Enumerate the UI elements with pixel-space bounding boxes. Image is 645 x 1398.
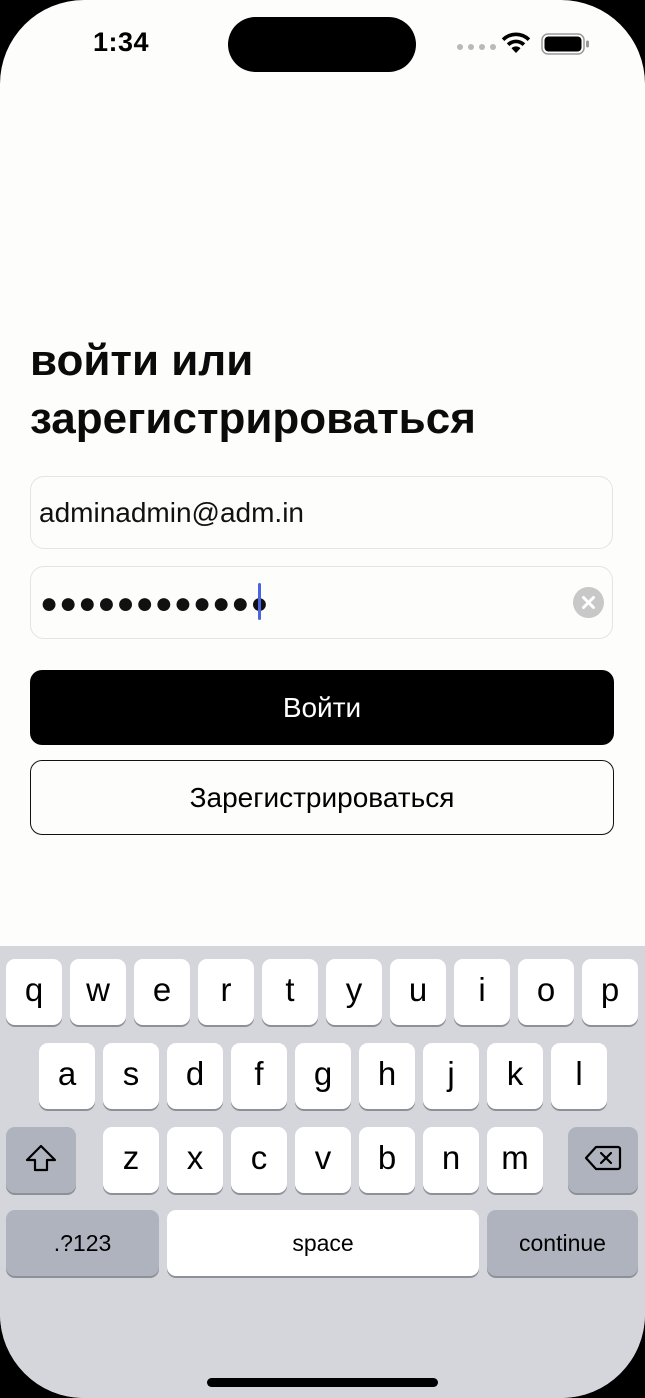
key-u[interactable]: u [390, 959, 446, 1025]
page-title: войти или зарегистрироваться [30, 336, 476, 443]
password-masked-value: ●●●●●●●●●●●● [40, 587, 270, 620]
email-value: adminadmin@adm.in [39, 497, 304, 528]
space-key[interactable]: space [167, 1210, 479, 1276]
key-x[interactable]: x [167, 1127, 223, 1193]
key-q[interactable]: q [6, 959, 62, 1025]
shift-key[interactable] [6, 1127, 76, 1193]
key-g[interactable]: g [295, 1043, 351, 1109]
dynamic-island [228, 17, 416, 72]
key-w[interactable]: w [70, 959, 126, 1025]
clear-text-button[interactable] [573, 587, 604, 618]
key-i[interactable]: i [454, 959, 510, 1025]
battery-icon [541, 33, 589, 55]
key-y[interactable]: y [326, 959, 382, 1025]
wifi-icon [501, 32, 531, 53]
email-field[interactable]: adminadmin@adm.in [30, 476, 613, 549]
key-m[interactable]: m [487, 1127, 543, 1193]
clear-x-icon [582, 596, 595, 609]
key-a[interactable]: a [39, 1043, 95, 1109]
key-n[interactable]: n [423, 1127, 479, 1193]
key-f[interactable]: f [231, 1043, 287, 1109]
home-indicator[interactable] [207, 1378, 438, 1387]
key-v[interactable]: v [295, 1127, 351, 1193]
key-t[interactable]: t [262, 959, 318, 1025]
key-p[interactable]: p [582, 959, 638, 1025]
key-z[interactable]: z [103, 1127, 159, 1193]
shift-icon [25, 1144, 57, 1172]
register-button[interactable]: Зарегистрироваться [30, 760, 614, 835]
key-b[interactable]: b [359, 1127, 415, 1193]
text-cursor [258, 583, 261, 620]
key-s[interactable]: s [103, 1043, 159, 1109]
status-time: 1:34 [93, 27, 150, 57]
cellular-signal-icon [457, 44, 496, 50]
key-j[interactable]: j [423, 1043, 479, 1109]
password-field[interactable]: ●●●●●●●●●●●● [30, 566, 613, 639]
backspace-key[interactable] [568, 1127, 638, 1193]
key-k[interactable]: k [487, 1043, 543, 1109]
backspace-icon [584, 1145, 622, 1171]
key-c[interactable]: c [231, 1127, 287, 1193]
key-o[interactable]: o [518, 959, 574, 1025]
numbers-key[interactable]: .?123 [6, 1210, 159, 1276]
key-r[interactable]: r [198, 959, 254, 1025]
key-h[interactable]: h [359, 1043, 415, 1109]
login-button[interactable]: Войти [30, 670, 614, 745]
key-d[interactable]: d [167, 1043, 223, 1109]
phone-screen: 1:34 войти или зарегистрироваться admina… [0, 0, 645, 1398]
key-l[interactable]: l [551, 1043, 607, 1109]
onscreen-keyboard: q w e r t y u i o p a s d f g h j k l z … [0, 946, 645, 1398]
continue-key[interactable]: continue [487, 1210, 638, 1276]
key-e[interactable]: e [134, 959, 190, 1025]
